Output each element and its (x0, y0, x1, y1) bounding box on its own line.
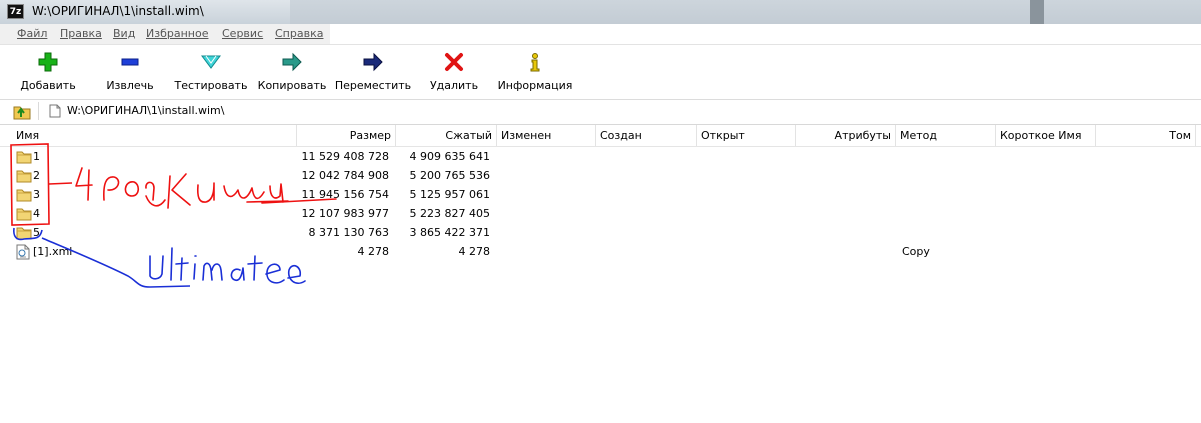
document-icon (49, 104, 61, 118)
title-bar: 7z W:\ОРИГИНАЛ\1\install.wim\ (0, 0, 1201, 24)
row-packed: 3 865 422 371 (409, 226, 490, 239)
menu-bar-empty-area (330, 24, 1201, 44)
table-row[interactable]: [1].xml 4 278 4 278 Copy (0, 243, 1201, 262)
row-size: 12 042 784 908 (301, 169, 389, 182)
column-volume[interactable]: Том (1096, 125, 1196, 146)
path-text: W:\ОРИГИНАЛ\1\install.wim\ (67, 104, 225, 117)
delete-button[interactable]: Удалить (424, 49, 484, 95)
copy-label: Копировать (257, 79, 327, 92)
add-icon (38, 52, 58, 72)
up-folder-button[interactable] (12, 102, 32, 120)
row-name: 2 (33, 169, 40, 182)
row-size: 12 107 983 977 (301, 207, 389, 220)
row-size: 8 371 130 763 (308, 226, 389, 239)
table-row[interactable]: 4 12 107 983 977 5 223 827 405 (0, 205, 1201, 224)
menu-bar: Файл Правка Вид Избранное Сервис Справка (0, 24, 1201, 45)
table-row[interactable]: 1 11 529 408 728 4 909 635 641 (0, 148, 1201, 167)
row-name: [1].xml (33, 245, 73, 258)
column-accessed[interactable]: Открыт (697, 125, 796, 146)
copy-button[interactable]: Копировать (256, 49, 328, 95)
table-row[interactable]: 2 12 042 784 908 5 200 765 536 (0, 167, 1201, 186)
delete-label: Удалить (429, 79, 479, 92)
column-packed[interactable]: Сжатый (396, 125, 497, 146)
column-size[interactable]: Размер (297, 125, 396, 146)
menu-favorites[interactable]: Избранное (146, 27, 208, 40)
column-modified[interactable]: Изменен (497, 125, 596, 146)
copy-icon (282, 52, 302, 72)
row-size: 4 278 (357, 245, 390, 258)
move-button[interactable]: Переместить (334, 49, 412, 95)
row-packed: 4 909 635 641 (409, 150, 490, 163)
column-header: Имя Размер Сжатый Изменен Создан Открыт … (0, 125, 1201, 147)
column-attributes[interactable]: Атрибуты (796, 125, 896, 146)
up-folder-icon (13, 106, 31, 120)
table-row[interactable]: 3 11 945 156 754 5 125 957 061 (0, 186, 1201, 205)
add-button[interactable]: Добавить (14, 49, 82, 95)
menu-edit[interactable]: Правка (60, 27, 102, 40)
folder-icon (16, 227, 32, 240)
row-packed: 5 200 765 536 (409, 169, 490, 182)
move-icon (363, 52, 383, 72)
test-icon (201, 55, 221, 69)
background-window-edge (1030, 0, 1044, 24)
move-label: Переместить (334, 79, 412, 92)
folder-icon (16, 151, 32, 164)
row-name: 5 (33, 226, 40, 239)
info-button[interactable]: Информация (496, 49, 574, 95)
folder-icon (16, 189, 32, 202)
row-packed: 4 278 (458, 245, 491, 258)
menu-file[interactable]: Файл (17, 27, 47, 40)
test-label: Тестировать (174, 79, 248, 92)
menu-view[interactable]: Вид (113, 27, 135, 40)
row-size: 11 945 156 754 (301, 188, 389, 201)
column-name[interactable]: Имя (12, 125, 297, 146)
delete-icon (445, 53, 463, 71)
column-created[interactable]: Создан (596, 125, 697, 146)
background-window-strip (290, 0, 1201, 24)
info-label: Информация (497, 79, 573, 92)
toolbar: Добавить Извлечь Тестировать Копировать … (0, 45, 1201, 100)
column-short-name[interactable]: Короткое Имя (996, 125, 1096, 146)
row-packed: 5 223 827 405 (409, 207, 490, 220)
window-title: W:\ОРИГИНАЛ\1\install.wim\ (32, 4, 204, 18)
folder-icon (16, 208, 32, 221)
extract-label: Извлечь (106, 79, 154, 92)
info-icon (530, 53, 540, 72)
row-packed: 5 125 957 061 (409, 188, 490, 201)
row-name: 3 (33, 188, 40, 201)
app-icon: 7z (7, 4, 24, 19)
row-size: 11 529 408 728 (301, 150, 389, 163)
test-button[interactable]: Тестировать (172, 49, 250, 95)
menu-tools[interactable]: Сервис (222, 27, 263, 40)
address-bar: W:\ОРИГИНАЛ\1\install.wim\ (0, 100, 1201, 125)
extract-button[interactable]: Извлечь (98, 49, 162, 95)
row-method: Copy (902, 245, 930, 258)
extract-icon (121, 58, 139, 66)
folder-icon (16, 170, 32, 183)
row-name: 1 (33, 150, 40, 163)
row-name: 4 (33, 207, 40, 220)
add-label: Добавить (20, 79, 76, 92)
table-row[interactable]: 5 8 371 130 763 3 865 422 371 (0, 224, 1201, 243)
path-input[interactable]: W:\ОРИГИНАЛ\1\install.wim\ (38, 102, 1197, 120)
menu-help[interactable]: Справка (275, 27, 323, 40)
column-method[interactable]: Метод (896, 125, 996, 146)
xml-file-icon (16, 244, 30, 260)
